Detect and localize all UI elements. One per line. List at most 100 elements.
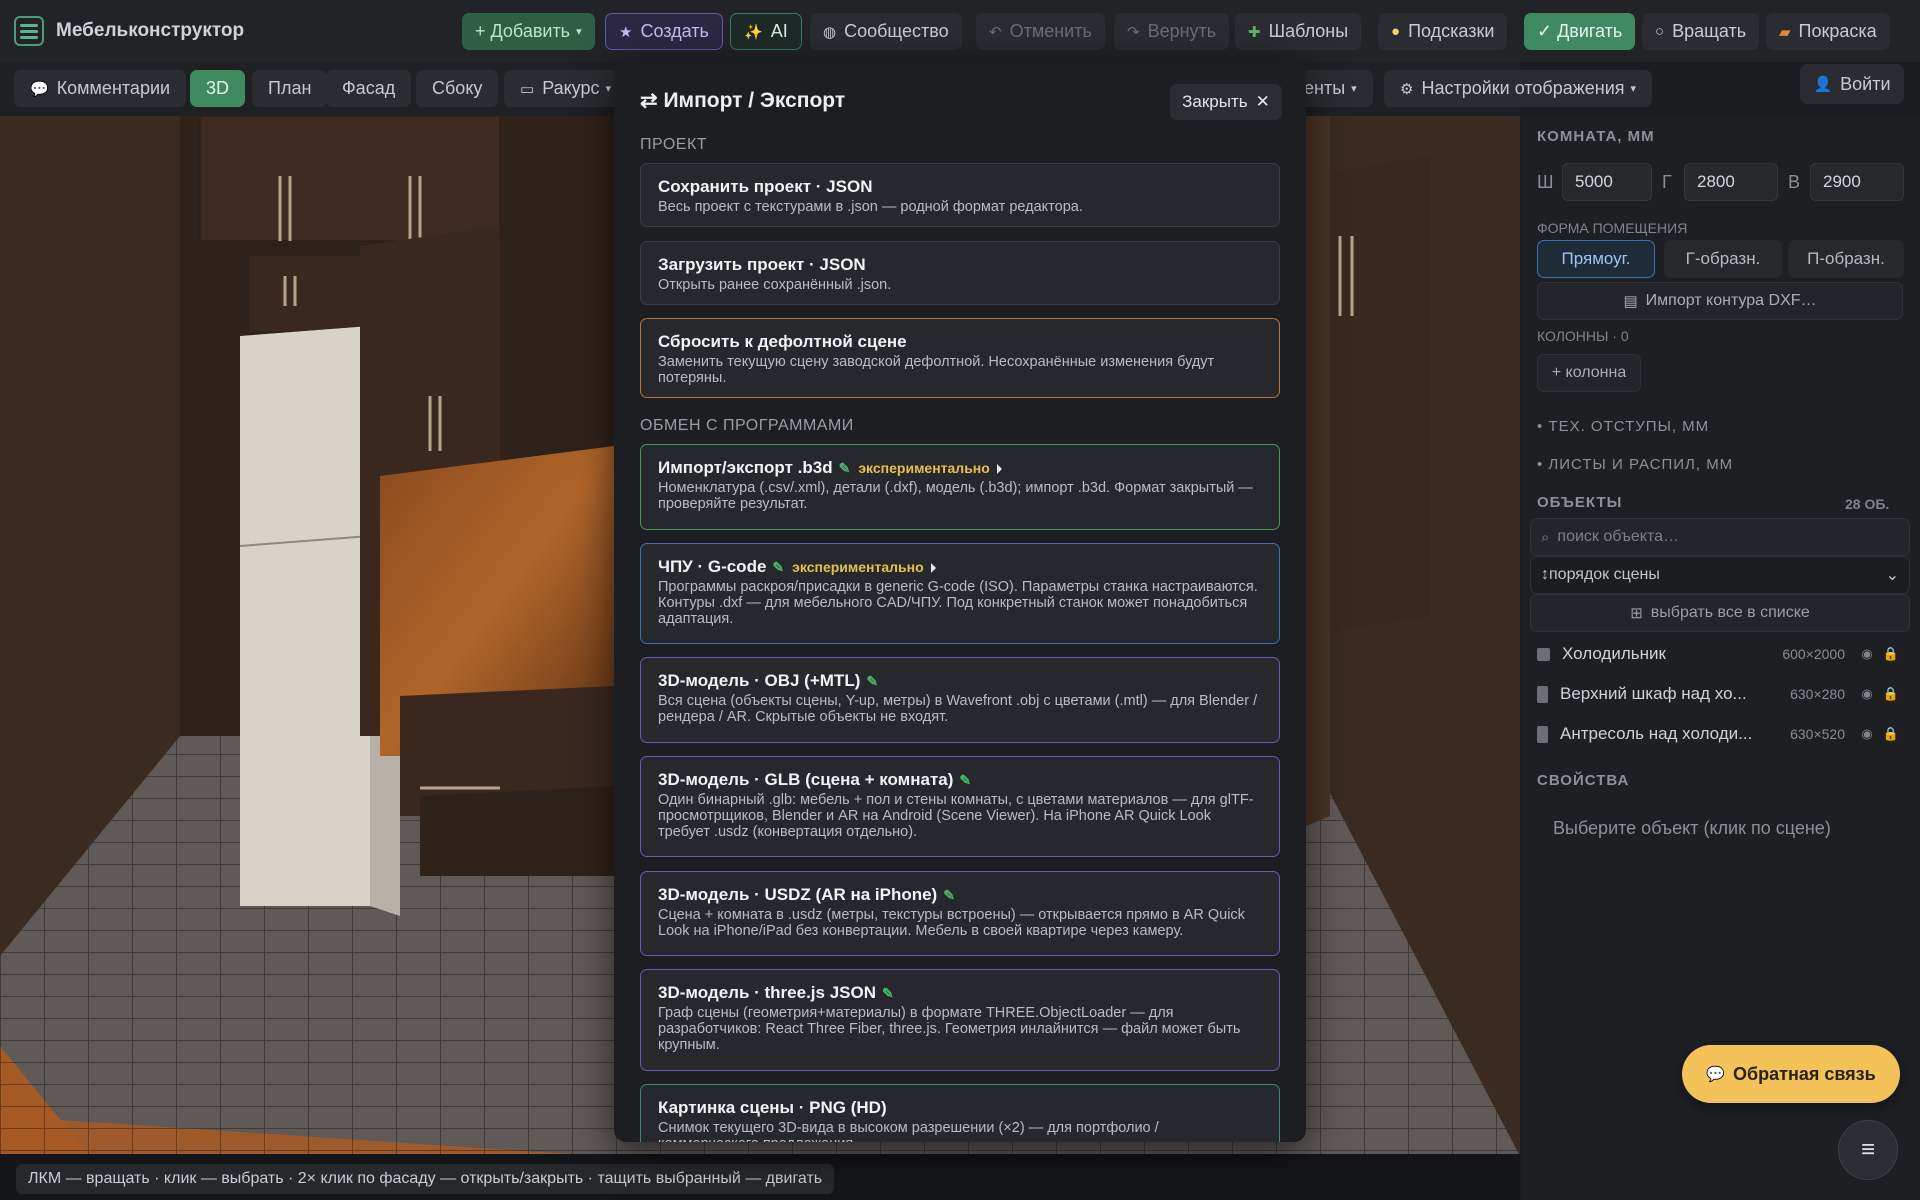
hints-button[interactable]: ● Подсказки <box>1378 13 1508 50</box>
expand-icon[interactable] <box>930 562 936 573</box>
cabinet-icon <box>1537 725 1548 743</box>
close-label: Закрыть <box>1182 92 1248 111</box>
select-all-button[interactable]: ⊞ выбрать все в списке <box>1530 594 1910 632</box>
card-desc: Номенклатура (.csv/.xml), детали (.dxf),… <box>658 480 1253 512</box>
move-label: ✓ Двигать <box>1537 21 1623 41</box>
object-name: Холодильник <box>1562 644 1666 663</box>
login-button[interactable]: 👤 Войти <box>1800 64 1904 104</box>
paint-button[interactable]: ▰ Покраска <box>1766 13 1890 50</box>
tab-side[interactable]: Сбоку <box>416 70 499 107</box>
card-title: Картинка сцены · PNG (HD) <box>658 1098 887 1117</box>
gcode-card[interactable]: ЧПУ · G-code ✎ экспериментально Программы … <box>640 543 1280 644</box>
app-title: Мебельконструктор <box>56 20 245 41</box>
reset-scene-card[interactable]: Сбросить к дефолтной сцене Заменить теку… <box>640 318 1280 398</box>
order-select[interactable]: ↕ порядок сцены ⌄ <box>1530 556 1910 594</box>
eye-icon[interactable]: ◉ <box>1855 646 1879 662</box>
add-button[interactable]: + Добавить ▾ <box>462 13 595 50</box>
object-row[interactable]: Холодильник 600×2000 ◉ 🔒 <box>1537 636 1903 672</box>
glb-card[interactable]: 3D-модель · GLB (сцена + комната) ✎ Один … <box>640 756 1280 857</box>
card-title: ЧПУ · G-code <box>658 557 767 576</box>
redo-button[interactable]: ↷ Вернуть <box>1114 13 1230 50</box>
save-json-card[interactable]: Сохранить проект · JSON Весь проект с те… <box>640 163 1280 227</box>
png-card[interactable]: Картинка сцены · PNG (HD) Снимок текущег… <box>640 1084 1280 1142</box>
shape-heading: ФОРМА ПОМЕЩЕНИЯ <box>1537 220 1688 236</box>
object-row[interactable]: Верхний шкаф над хо... 630×280 ◉ 🔒 <box>1537 676 1903 712</box>
room-width-input[interactable]: 5000 <box>1562 163 1652 201</box>
undo-button[interactable]: ↶ Отменить <box>976 13 1105 50</box>
card-title: Сбросить к дефолтной сцене <box>658 332 907 351</box>
comment-icon: 💬 <box>30 80 49 98</box>
properties-heading: СВОЙСТВА <box>1537 772 1630 789</box>
move-button[interactable]: ✓ Двигать <box>1524 13 1636 50</box>
undo-label: Отменить <box>1009 21 1092 41</box>
width-label: Ш <box>1537 172 1554 192</box>
import-export-modal: ⇄ Импорт / Экспорт Закрыть ✕ ПРОЕКТ Сохра… <box>614 60 1306 1142</box>
object-search-input[interactable]: ⌕ поиск объекта… <box>1530 518 1910 556</box>
tech-offsets-section[interactable]: • ТЕХ. ОТСТУПЫ, ММ <box>1537 418 1709 435</box>
comments-label: Комментарии <box>56 78 171 98</box>
tab-facade[interactable]: Фасад <box>326 70 412 107</box>
card-desc: Сцена + комната в .usdz (метры, текстуры… <box>658 907 1245 939</box>
eye-icon[interactable]: ◉ <box>1855 686 1879 702</box>
tab-plan[interactable]: План <box>252 70 328 107</box>
tab-3d[interactable]: 3D <box>190 70 246 107</box>
height-label: В <box>1788 172 1801 192</box>
create-label: Создать <box>640 21 709 41</box>
chevron-down-icon: ⌄ <box>1885 567 1899 584</box>
templates-button[interactable]: ✚ Шаблоны <box>1235 13 1362 50</box>
expand-icon[interactable] <box>996 463 1002 474</box>
search-icon: ⌕ <box>1541 528 1550 546</box>
search-placeholder: поиск объекта… <box>1557 528 1680 545</box>
card-desc: Снимок текущего 3D-вида в высоком разреш… <box>658 1120 1159 1142</box>
add-column-button[interactable]: + колонна <box>1537 354 1641 392</box>
shape-l-button[interactable]: Г-образн. <box>1664 240 1782 278</box>
depth-label: Г <box>1662 172 1672 192</box>
card-desc: Весь проект с текстурами в .json — родно… <box>658 199 1083 215</box>
angle-label: Ракурс <box>542 78 600 98</box>
section-project: ПРОЕКТ <box>640 136 708 153</box>
card-desc: Программы раскроя/присадки в generic G-c… <box>658 579 1258 627</box>
experimental-badge: экспериментально <box>792 559 924 575</box>
feedback-button[interactable]: 💬 Обратная связь <box>1682 1045 1900 1103</box>
close-button[interactable]: Закрыть ✕ <box>1170 84 1282 120</box>
create-button[interactable]: ★ Создать <box>605 13 723 50</box>
threejs-card[interactable]: 3D-модель · three.js JSON ✎ Граф сцены (г… <box>640 969 1280 1071</box>
ai-button[interactable]: ✨ AI <box>730 13 802 50</box>
chevron-down-icon: ▾ <box>1351 83 1357 95</box>
card-title: 3D-модель · OBJ (+MTL) <box>658 671 861 690</box>
lock-icon[interactable]: 🔒 <box>1879 646 1903 662</box>
order-label: порядок сцены <box>1549 566 1660 583</box>
angle-dropdown[interactable]: ▭ Ракурс ▾ <box>504 70 628 107</box>
shape-rect-button[interactable]: Прямоуг. <box>1537 240 1655 278</box>
display-settings-dropdown[interactable]: ⚙ Настройки отображения ▾ <box>1384 70 1653 107</box>
usdz-card[interactable]: 3D-модель · USDZ (AR на iPhone) ✎ Сцена +… <box>640 871 1280 956</box>
hamburger-icon: ≡ <box>1860 1136 1875 1163</box>
load-json-card[interactable]: Загрузить проект · JSON Открыть ранее со… <box>640 241 1280 305</box>
rotate-button[interactable]: ○ Вращать <box>1642 13 1760 50</box>
room-depth-input[interactable]: 2800 <box>1684 163 1778 201</box>
obj-card[interactable]: 3D-модель · OBJ (+MTL) ✎ Вся сцена (объек… <box>640 657 1280 743</box>
sheets-section[interactable]: • ЛИСТЫ И РАСПИЛ, ММ <box>1537 456 1733 473</box>
object-name: Верхний шкаф над хо... <box>1560 684 1747 703</box>
comments-button[interactable]: 💬 Комментарии <box>14 70 187 107</box>
shape-u-button[interactable]: П-образн. <box>1788 240 1904 278</box>
lightbulb-icon: ● <box>1391 23 1401 40</box>
room-height-input[interactable]: 2900 <box>1810 163 1904 201</box>
pencil-icon: ✎ <box>882 985 894 1001</box>
chevron-down-icon: ▾ <box>576 26 582 38</box>
close-icon: ✕ <box>1255 92 1270 111</box>
b3d-card[interactable]: Импорт/экспорт .b3d ✎ экспериментально Ном… <box>640 444 1280 530</box>
object-row[interactable]: Антресоль над холоди... 630×520 ◉ 🔒 <box>1537 716 1903 752</box>
card-title: 3D-модель · GLB (сцена + комната) <box>658 770 954 789</box>
lock-icon[interactable]: 🔒 <box>1879 726 1903 742</box>
import-dxf-button[interactable]: ▤ Импорт контура DXF… <box>1537 282 1903 320</box>
lock-icon[interactable]: 🔒 <box>1879 686 1903 702</box>
tab-plan-label: План <box>268 78 312 98</box>
rotate-icon: ○ <box>1655 23 1665 40</box>
eye-icon[interactable]: ◉ <box>1855 726 1879 742</box>
community-button[interactable]: ◍ Сообщество <box>810 13 962 50</box>
tab-side-label: Сбоку <box>432 78 483 98</box>
menu-button[interactable]: ≡ <box>1838 1120 1898 1180</box>
pencil-icon: ✎ <box>772 559 785 575</box>
file-icon: ▤ <box>1623 293 1638 310</box>
